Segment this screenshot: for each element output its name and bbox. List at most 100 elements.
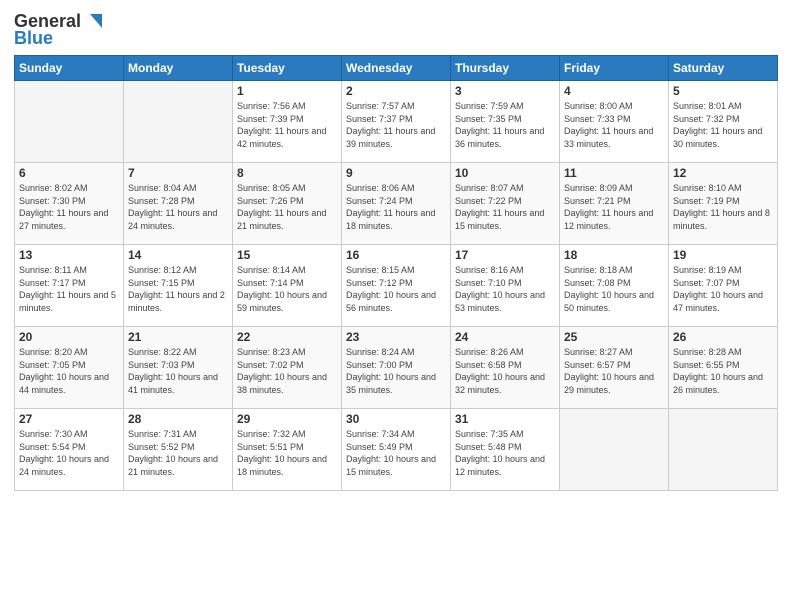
calendar-cell: 9 Sunrise: 8:06 AM Sunset: 7:24 PM Daylig… <box>342 163 451 245</box>
day-info: Sunrise: 8:26 AM Sunset: 6:58 PM Dayligh… <box>455 346 555 396</box>
logo-icon <box>82 10 104 32</box>
day-number: 4 <box>564 84 664 98</box>
day-number: 30 <box>346 412 446 426</box>
calendar-cell: 24 Sunrise: 8:26 AM Sunset: 6:58 PM Dayli… <box>451 327 560 409</box>
day-number: 1 <box>237 84 337 98</box>
day-info: Sunrise: 7:56 AM Sunset: 7:39 PM Dayligh… <box>237 100 337 150</box>
calendar-cell: 10Sunrise: 8:07 AM Sunset: 7:22 PM Dayli… <box>451 163 560 245</box>
logo-blue-text: Blue <box>14 28 53 49</box>
calendar-cell: 18Sunrise: 8:18 AM Sunset: 7:08 PM Dayli… <box>560 245 669 327</box>
day-info: Sunrise: 7:32 AM Sunset: 5:51 PM Dayligh… <box>237 428 337 478</box>
calendar-cell <box>669 409 778 491</box>
day-info: Sunrise: 7:31 AM Sunset: 5:52 PM Dayligh… <box>128 428 228 478</box>
calendar-cell: 28 Sunrise: 7:31 AM Sunset: 5:52 PM Dayli… <box>124 409 233 491</box>
calendar-cell: 6 Sunrise: 8:02 AM Sunset: 7:30 PM Daylig… <box>15 163 124 245</box>
day-info: Sunrise: 8:04 AM Sunset: 7:28 PM Dayligh… <box>128 182 228 232</box>
day-number: 9 <box>346 166 446 180</box>
day-info: Sunrise: 8:14 AM Sunset: 7:14 PM Dayligh… <box>237 264 337 314</box>
day-info: Sunrise: 8:27 AM Sunset: 6:57 PM Dayligh… <box>564 346 664 396</box>
calendar-cell: 23 Sunrise: 8:24 AM Sunset: 7:00 PM Dayli… <box>342 327 451 409</box>
day-number: 26 <box>673 330 773 344</box>
day-info: Sunrise: 8:09 AM Sunset: 7:21 PM Dayligh… <box>564 182 664 232</box>
calendar-cell: 1 Sunrise: 7:56 AM Sunset: 7:39 PM Daylig… <box>233 81 342 163</box>
day-info: Sunrise: 8:10 AM Sunset: 7:19 PM Dayligh… <box>673 182 773 232</box>
day-number: 24 <box>455 330 555 344</box>
day-info: Sunrise: 8:15 AM Sunset: 7:12 PM Dayligh… <box>346 264 446 314</box>
calendar-cell <box>560 409 669 491</box>
day-info: Sunrise: 8:24 AM Sunset: 7:00 PM Dayligh… <box>346 346 446 396</box>
calendar-cell: 3Sunrise: 7:59 AM Sunset: 7:35 PM Daylig… <box>451 81 560 163</box>
weekday-header-monday: Monday <box>124 56 233 81</box>
day-number: 7 <box>128 166 228 180</box>
day-number: 15 <box>237 248 337 262</box>
day-info: Sunrise: 8:11 AM Sunset: 7:17 PM Dayligh… <box>19 264 119 314</box>
weekday-header-row: SundayMondayTuesdayWednesdayThursdayFrid… <box>15 56 778 81</box>
day-info: Sunrise: 7:34 AM Sunset: 5:49 PM Dayligh… <box>346 428 446 478</box>
weekday-header-saturday: Saturday <box>669 56 778 81</box>
calendar-cell: 11Sunrise: 8:09 AM Sunset: 7:21 PM Dayli… <box>560 163 669 245</box>
day-info: Sunrise: 8:02 AM Sunset: 7:30 PM Dayligh… <box>19 182 119 232</box>
calendar: SundayMondayTuesdayWednesdayThursdayFrid… <box>14 55 778 491</box>
day-info: Sunrise: 7:30 AM Sunset: 5:54 PM Dayligh… <box>19 428 119 478</box>
day-number: 8 <box>237 166 337 180</box>
page: General Blue SundayMondayTuesdayWednesda… <box>0 0 792 612</box>
day-info: Sunrise: 8:18 AM Sunset: 7:08 PM Dayligh… <box>564 264 664 314</box>
day-number: 28 <box>128 412 228 426</box>
header: General Blue <box>14 10 778 49</box>
weekday-header-thursday: Thursday <box>451 56 560 81</box>
calendar-cell: 21Sunrise: 8:22 AM Sunset: 7:03 PM Dayli… <box>124 327 233 409</box>
day-info: Sunrise: 8:19 AM Sunset: 7:07 PM Dayligh… <box>673 264 773 314</box>
day-number: 22 <box>237 330 337 344</box>
calendar-cell: 7 Sunrise: 8:04 AM Sunset: 7:28 PM Daylig… <box>124 163 233 245</box>
calendar-cell: 15 Sunrise: 8:14 AM Sunset: 7:14 PM Dayli… <box>233 245 342 327</box>
calendar-cell: 8 Sunrise: 8:05 AM Sunset: 7:26 PM Daylig… <box>233 163 342 245</box>
day-number: 19 <box>673 248 773 262</box>
calendar-cell <box>124 81 233 163</box>
weekday-header-tuesday: Tuesday <box>233 56 342 81</box>
calendar-cell <box>15 81 124 163</box>
day-number: 29 <box>237 412 337 426</box>
day-number: 14 <box>128 248 228 262</box>
weekday-header-friday: Friday <box>560 56 669 81</box>
calendar-cell: 29 Sunrise: 7:32 AM Sunset: 5:51 PM Dayli… <box>233 409 342 491</box>
day-number: 12 <box>673 166 773 180</box>
calendar-cell: 31Sunrise: 7:35 AM Sunset: 5:48 PM Dayli… <box>451 409 560 491</box>
day-info: Sunrise: 8:23 AM Sunset: 7:02 PM Dayligh… <box>237 346 337 396</box>
calendar-cell: 30 Sunrise: 7:34 AM Sunset: 5:49 PM Dayli… <box>342 409 451 491</box>
calendar-cell: 22 Sunrise: 8:23 AM Sunset: 7:02 PM Dayli… <box>233 327 342 409</box>
calendar-cell: 20 Sunrise: 8:20 AM Sunset: 7:05 PM Dayli… <box>15 327 124 409</box>
calendar-week-2: 6 Sunrise: 8:02 AM Sunset: 7:30 PM Daylig… <box>15 163 778 245</box>
calendar-cell: 25 Sunrise: 8:27 AM Sunset: 6:57 PM Dayli… <box>560 327 669 409</box>
calendar-cell: 26 Sunrise: 8:28 AM Sunset: 6:55 PM Dayli… <box>669 327 778 409</box>
calendar-cell: 4 Sunrise: 8:00 AM Sunset: 7:33 PM Daylig… <box>560 81 669 163</box>
day-info: Sunrise: 8:06 AM Sunset: 7:24 PM Dayligh… <box>346 182 446 232</box>
calendar-cell: 17Sunrise: 8:16 AM Sunset: 7:10 PM Dayli… <box>451 245 560 327</box>
calendar-cell: 27 Sunrise: 7:30 AM Sunset: 5:54 PM Dayli… <box>15 409 124 491</box>
day-number: 16 <box>346 248 446 262</box>
calendar-week-4: 20 Sunrise: 8:20 AM Sunset: 7:05 PM Dayli… <box>15 327 778 409</box>
calendar-cell: 14Sunrise: 8:12 AM Sunset: 7:15 PM Dayli… <box>124 245 233 327</box>
day-number: 27 <box>19 412 119 426</box>
day-info: Sunrise: 8:28 AM Sunset: 6:55 PM Dayligh… <box>673 346 773 396</box>
day-info: Sunrise: 8:20 AM Sunset: 7:05 PM Dayligh… <box>19 346 119 396</box>
day-number: 20 <box>19 330 119 344</box>
calendar-week-5: 27 Sunrise: 7:30 AM Sunset: 5:54 PM Dayli… <box>15 409 778 491</box>
day-info: Sunrise: 8:00 AM Sunset: 7:33 PM Dayligh… <box>564 100 664 150</box>
day-info: Sunrise: 7:59 AM Sunset: 7:35 PM Dayligh… <box>455 100 555 150</box>
calendar-week-1: 1 Sunrise: 7:56 AM Sunset: 7:39 PM Daylig… <box>15 81 778 163</box>
weekday-header-wednesday: Wednesday <box>342 56 451 81</box>
calendar-week-3: 13Sunrise: 8:11 AM Sunset: 7:17 PM Dayli… <box>15 245 778 327</box>
calendar-cell: 5 Sunrise: 8:01 AM Sunset: 7:32 PM Daylig… <box>669 81 778 163</box>
day-number: 6 <box>19 166 119 180</box>
day-number: 25 <box>564 330 664 344</box>
day-info: Sunrise: 8:05 AM Sunset: 7:26 PM Dayligh… <box>237 182 337 232</box>
calendar-cell: 19 Sunrise: 8:19 AM Sunset: 7:07 PM Dayli… <box>669 245 778 327</box>
calendar-cell: 12 Sunrise: 8:10 AM Sunset: 7:19 PM Dayli… <box>669 163 778 245</box>
day-info: Sunrise: 8:16 AM Sunset: 7:10 PM Dayligh… <box>455 264 555 314</box>
day-number: 23 <box>346 330 446 344</box>
day-number: 5 <box>673 84 773 98</box>
day-info: Sunrise: 8:01 AM Sunset: 7:32 PM Dayligh… <box>673 100 773 150</box>
day-number: 2 <box>346 84 446 98</box>
day-info: Sunrise: 8:22 AM Sunset: 7:03 PM Dayligh… <box>128 346 228 396</box>
day-info: Sunrise: 7:57 AM Sunset: 7:37 PM Dayligh… <box>346 100 446 150</box>
